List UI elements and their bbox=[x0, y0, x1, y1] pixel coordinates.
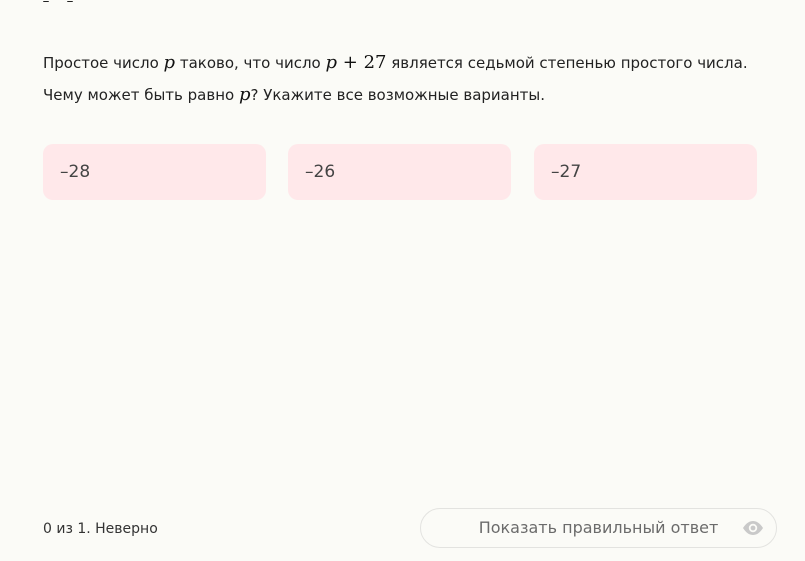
question-text: Простое число p таково, что число p + 27… bbox=[43, 47, 763, 111]
question-text-part: ? Укажите все возможные варианты. bbox=[250, 86, 546, 104]
result-status: 0 из 1. Неверно bbox=[43, 521, 158, 537]
question-text-part: таково, что число bbox=[175, 54, 326, 72]
answer-options: –28 –26 –27 bbox=[43, 144, 757, 200]
show-answer-button[interactable]: Показать правильный ответ bbox=[420, 508, 777, 548]
show-answer-label: Показать правильный ответ bbox=[478, 518, 719, 537]
answer-option-3[interactable]: –27 bbox=[534, 144, 757, 200]
answer-option-2[interactable]: –26 bbox=[288, 144, 511, 200]
math-expression: p + 27 bbox=[326, 52, 387, 73]
answer-option-1[interactable]: –28 bbox=[43, 144, 266, 200]
question-text-part: Простое число bbox=[43, 54, 164, 72]
math-variable-p: p bbox=[163, 52, 176, 73]
math-plus: + bbox=[337, 52, 364, 73]
cropped-heading-fragment bbox=[43, 0, 103, 2]
eye-icon[interactable] bbox=[742, 519, 764, 537]
math-variable-p: p bbox=[238, 84, 251, 105]
math-number: 27 bbox=[363, 52, 387, 73]
math-variable-p: p bbox=[325, 52, 338, 73]
